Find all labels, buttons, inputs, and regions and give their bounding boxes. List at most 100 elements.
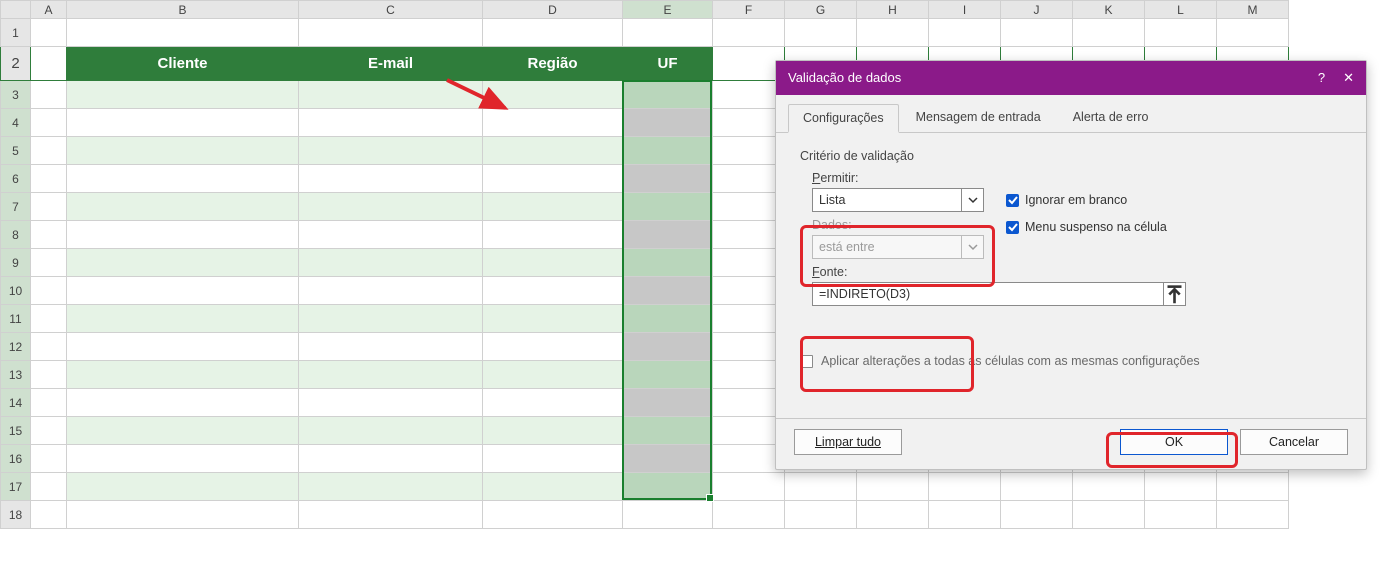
cell[interactable] bbox=[31, 221, 67, 249]
cell[interactable] bbox=[713, 137, 785, 165]
cell[interactable] bbox=[1145, 473, 1217, 501]
col-header-k[interactable]: K bbox=[1073, 1, 1145, 19]
cell[interactable] bbox=[785, 19, 857, 47]
row-header[interactable]: 10 bbox=[1, 277, 31, 305]
cell[interactable] bbox=[929, 473, 1001, 501]
row-header[interactable]: 18 bbox=[1, 501, 31, 529]
cell[interactable] bbox=[67, 277, 299, 305]
cell[interactable] bbox=[67, 109, 299, 137]
cell[interactable] bbox=[713, 109, 785, 137]
cell[interactable] bbox=[67, 361, 299, 389]
cell[interactable] bbox=[623, 333, 713, 361]
cell[interactable] bbox=[31, 193, 67, 221]
cell[interactable] bbox=[713, 277, 785, 305]
col-header-g[interactable]: G bbox=[785, 1, 857, 19]
dropdown-cell-checkbox[interactable]: Menu suspenso na célula bbox=[1006, 220, 1167, 234]
cell[interactable] bbox=[713, 389, 785, 417]
cell[interactable] bbox=[713, 333, 785, 361]
cell[interactable] bbox=[483, 501, 623, 529]
cell[interactable] bbox=[713, 165, 785, 193]
cell[interactable] bbox=[299, 361, 483, 389]
table-header-regiao[interactable]: Região bbox=[483, 47, 623, 81]
col-header-l[interactable]: L bbox=[1145, 1, 1217, 19]
cell[interactable] bbox=[785, 501, 857, 529]
cell[interactable] bbox=[31, 445, 67, 473]
cell[interactable] bbox=[713, 19, 785, 47]
row-header[interactable]: 15 bbox=[1, 417, 31, 445]
clear-all-button[interactable]: Limpar tudo bbox=[794, 429, 902, 455]
cell[interactable] bbox=[31, 389, 67, 417]
cell[interactable] bbox=[299, 501, 483, 529]
cell[interactable] bbox=[1217, 473, 1289, 501]
cell[interactable] bbox=[623, 221, 713, 249]
cell[interactable] bbox=[31, 501, 67, 529]
cell[interactable] bbox=[299, 305, 483, 333]
cell[interactable] bbox=[483, 165, 623, 193]
cell[interactable] bbox=[1001, 501, 1073, 529]
tab-error-alert[interactable]: Alerta de erro bbox=[1058, 103, 1164, 132]
tab-input-message[interactable]: Mensagem de entrada bbox=[901, 103, 1056, 132]
cell[interactable] bbox=[713, 501, 785, 529]
cell[interactable] bbox=[713, 47, 785, 81]
allow-select[interactable]: Lista bbox=[812, 188, 984, 212]
cell[interactable] bbox=[299, 19, 483, 47]
range-picker-icon[interactable] bbox=[1164, 282, 1186, 306]
cell[interactable] bbox=[785, 473, 857, 501]
row-header[interactable]: 9 bbox=[1, 249, 31, 277]
cell[interactable] bbox=[623, 19, 713, 47]
cell[interactable] bbox=[67, 473, 299, 501]
col-header-b[interactable]: B bbox=[67, 1, 299, 19]
cell[interactable] bbox=[31, 417, 67, 445]
cell[interactable] bbox=[299, 277, 483, 305]
cell[interactable] bbox=[31, 19, 67, 47]
cell[interactable] bbox=[483, 109, 623, 137]
cell[interactable] bbox=[1001, 473, 1073, 501]
col-header-i[interactable]: I bbox=[929, 1, 1001, 19]
cell[interactable] bbox=[299, 81, 483, 109]
cell[interactable] bbox=[1073, 19, 1145, 47]
col-header-h[interactable]: H bbox=[857, 1, 929, 19]
cell[interactable] bbox=[299, 333, 483, 361]
cell[interactable] bbox=[67, 417, 299, 445]
cell[interactable] bbox=[623, 137, 713, 165]
cell[interactable] bbox=[623, 361, 713, 389]
cell[interactable] bbox=[299, 249, 483, 277]
cell[interactable] bbox=[483, 473, 623, 501]
cell[interactable] bbox=[623, 445, 713, 473]
col-header-m[interactable]: M bbox=[1217, 1, 1289, 19]
close-icon[interactable]: ✕ bbox=[1343, 61, 1354, 95]
row-header[interactable]: 7 bbox=[1, 193, 31, 221]
select-all-corner[interactable] bbox=[1, 1, 31, 19]
cell[interactable] bbox=[299, 221, 483, 249]
cell[interactable] bbox=[31, 305, 67, 333]
cell[interactable] bbox=[623, 305, 713, 333]
cell[interactable] bbox=[483, 19, 623, 47]
cell[interactable] bbox=[483, 193, 623, 221]
cell[interactable] bbox=[67, 389, 299, 417]
cell[interactable] bbox=[857, 19, 929, 47]
cell[interactable] bbox=[31, 249, 67, 277]
cell[interactable] bbox=[67, 193, 299, 221]
cell[interactable] bbox=[857, 501, 929, 529]
row-header[interactable]: 12 bbox=[1, 333, 31, 361]
cell[interactable] bbox=[483, 445, 623, 473]
col-header-d[interactable]: D bbox=[483, 1, 623, 19]
cell[interactable] bbox=[713, 361, 785, 389]
cell[interactable] bbox=[299, 165, 483, 193]
col-header-j[interactable]: J bbox=[1001, 1, 1073, 19]
cell[interactable] bbox=[299, 137, 483, 165]
cell[interactable] bbox=[67, 501, 299, 529]
cell[interactable] bbox=[483, 333, 623, 361]
cell[interactable] bbox=[31, 361, 67, 389]
cell[interactable] bbox=[483, 221, 623, 249]
cell[interactable] bbox=[67, 165, 299, 193]
cell[interactable] bbox=[623, 473, 713, 501]
cell[interactable] bbox=[713, 445, 785, 473]
row-header[interactable]: 5 bbox=[1, 137, 31, 165]
cell[interactable] bbox=[299, 109, 483, 137]
cell[interactable] bbox=[31, 109, 67, 137]
cell[interactable] bbox=[67, 249, 299, 277]
source-input[interactable]: =INDIRETO(D3) bbox=[812, 282, 1164, 306]
table-header-email[interactable]: E-mail bbox=[299, 47, 483, 81]
cell[interactable] bbox=[857, 473, 929, 501]
